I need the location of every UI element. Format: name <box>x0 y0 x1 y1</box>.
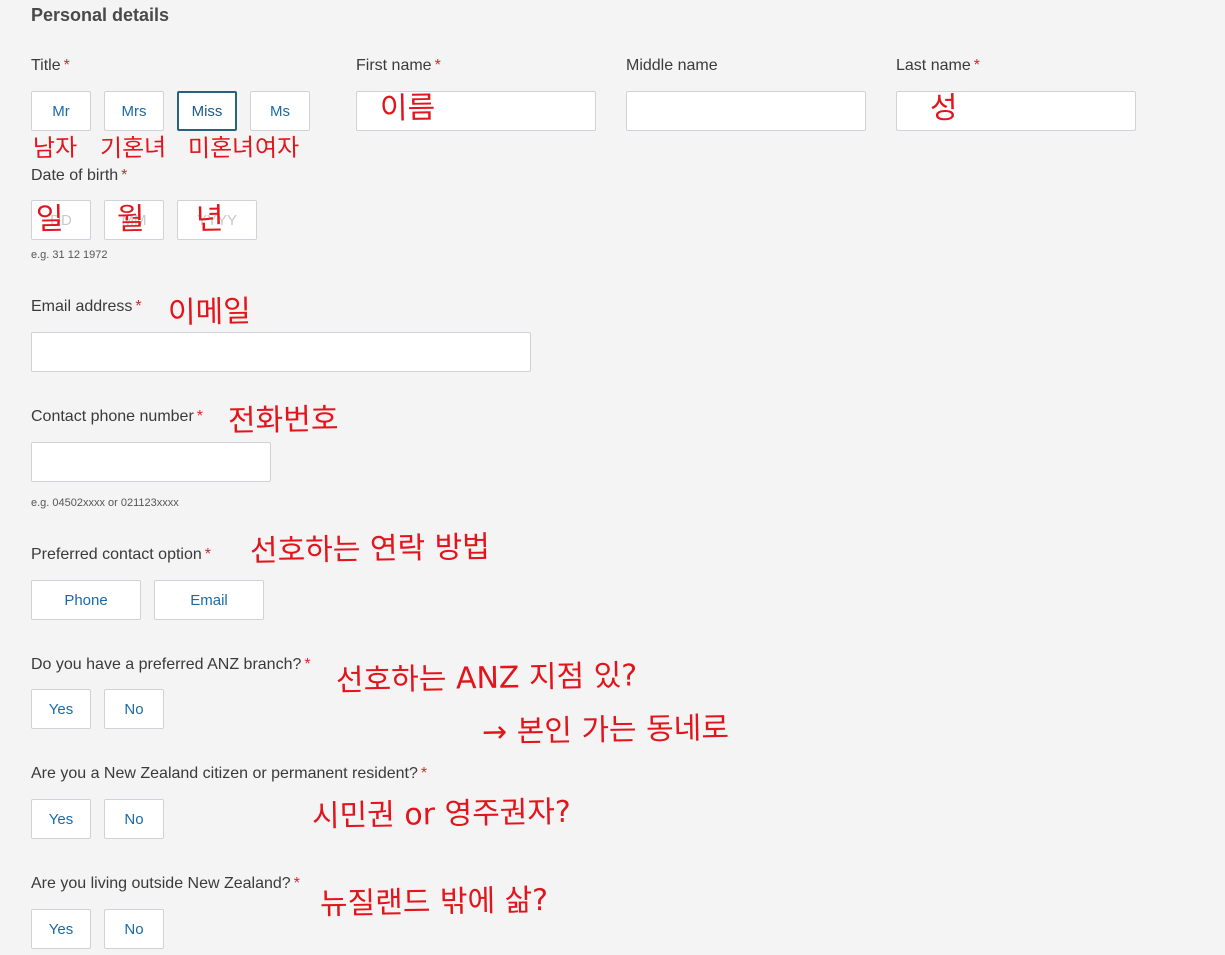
title-mr-button[interactable]: Mr <box>31 91 91 131</box>
annotation-branch-answer: → 본인 가는 동네로 <box>481 710 730 751</box>
email-input[interactable] <box>31 332 531 372</box>
annotation-title-mrs: 기혼녀 <box>99 133 167 163</box>
annotation-phone: 전화번호 <box>227 402 339 439</box>
title-miss-button[interactable]: Miss <box>177 91 237 131</box>
annotation-title-miss: 미혼녀 <box>187 133 255 163</box>
branch-yes-button[interactable]: Yes <box>31 689 91 729</box>
dob-hint: e.g. 31 12 1972 <box>31 249 108 261</box>
preferred-branch-label: Do you have a preferred ANZ branch? * <box>31 656 311 673</box>
branch-no-button[interactable]: No <box>104 689 164 729</box>
dob-label: Date of birth * <box>31 167 128 184</box>
last-name-label: Last name * <box>896 57 980 74</box>
required-mark: * <box>196 408 204 425</box>
first-name-input[interactable] <box>356 91 596 131</box>
required-mark: * <box>63 57 70 74</box>
phone-input[interactable] <box>31 442 271 482</box>
dob-day-input[interactable] <box>31 200 91 240</box>
last-name-input[interactable] <box>896 91 1136 131</box>
dob-month-input[interactable] <box>104 200 164 240</box>
annotation-title-mr: 남자 <box>32 133 78 163</box>
annotation-outside: 뉴질랜드 밖에 삶? <box>319 883 549 922</box>
required-mark: * <box>293 875 300 892</box>
contact-email-button[interactable]: Email <box>154 580 264 620</box>
outside-yes-button[interactable]: Yes <box>31 909 91 949</box>
outside-no-button[interactable]: No <box>104 909 164 949</box>
contact-phone-button[interactable]: Phone <box>31 580 141 620</box>
required-mark: * <box>121 167 128 184</box>
required-mark: * <box>434 57 441 74</box>
annotation-citizen: 시민권 or 영주권자? <box>311 794 572 835</box>
nz-citizen-label: Are you a New Zealand citizen or permane… <box>31 765 428 782</box>
preferred-contact-label: Preferred contact option * <box>31 546 211 563</box>
middle-name-label: Middle name <box>626 57 718 74</box>
living-outside-label: Are you living outside New Zealand? * <box>31 875 300 892</box>
section-title: Personal details <box>31 5 170 25</box>
citizen-yes-button[interactable]: Yes <box>31 799 91 839</box>
annotation-title-ms: 여자 <box>254 133 300 163</box>
required-mark: * <box>135 298 142 315</box>
email-label: Email address * <box>31 298 142 315</box>
annotation-preferred-contact: 선호하는 연락 방법 <box>249 529 491 570</box>
middle-name-input[interactable] <box>626 91 866 131</box>
required-mark: * <box>420 765 428 782</box>
title-mrs-button[interactable]: Mrs <box>104 91 164 131</box>
dob-year-input[interactable] <box>177 200 257 240</box>
citizen-no-button[interactable]: No <box>104 799 164 839</box>
annotation-email: 이메일 <box>167 294 252 331</box>
required-mark: * <box>304 656 311 673</box>
title-ms-button[interactable]: Ms <box>250 91 310 131</box>
annotation-branch-question: 선호하는 ANZ 지점 있? <box>335 658 638 699</box>
title-label: Title * <box>31 57 70 74</box>
required-mark: * <box>204 546 211 563</box>
required-mark: * <box>973 57 980 74</box>
phone-label: Contact phone number * <box>31 408 204 425</box>
first-name-label: First name * <box>356 57 441 74</box>
phone-hint: e.g. 04502xxxx or 021123xxxx <box>31 497 179 509</box>
